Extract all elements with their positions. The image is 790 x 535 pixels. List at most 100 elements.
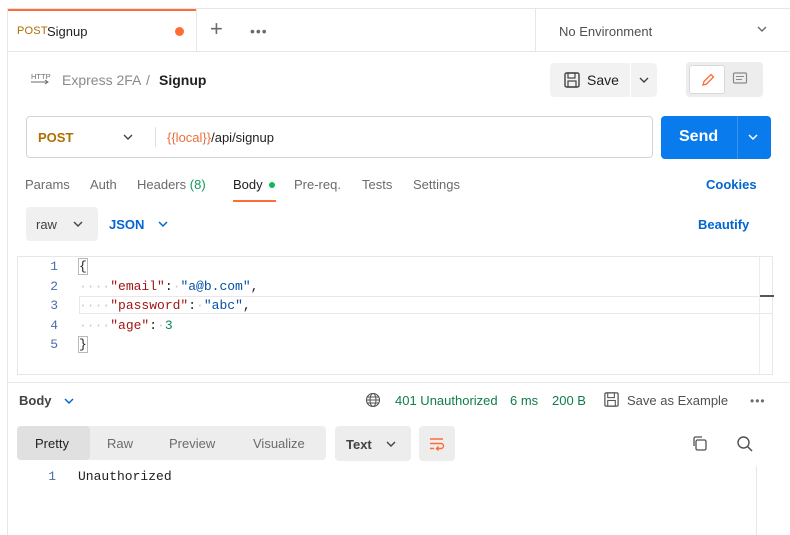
indent-whitespace: ···· [79,298,111,313]
active-tab-underline [233,200,276,202]
more-icon[interactable]: ••• [250,23,268,39]
response-size[interactable]: 200 B [552,393,586,408]
save-as-example-button[interactable]: Save as Example [627,393,728,408]
json-key: "email" [110,279,165,294]
environment-label: No Environment [559,24,653,39]
json-comma: , [242,298,251,313]
url-variable: {{local}} [167,130,212,145]
response-content: Unauthorized [78,469,172,484]
beautify-button[interactable]: Beautify [698,217,749,232]
send-button[interactable]: Send [679,128,718,146]
chevron-down-icon[interactable] [638,74,650,86]
tab-settings[interactable]: Settings [413,177,460,192]
tab-method: POST [17,25,48,37]
tab-auth[interactable]: Auth [90,177,117,192]
body-mode-dropdown[interactable]: raw [26,207,98,241]
wrap-icon [430,438,445,451]
tab-prereq[interactable]: Pre-req. [294,177,341,192]
chevron-down-icon [757,26,767,32]
url-bar: POST {{local}}/api/signup [26,116,653,158]
active-tab-indicator [8,9,196,11]
tab-name: Signup [47,24,88,39]
save-icon [564,72,580,88]
line-number: 3 [50,298,58,313]
tab-headers-label: Headers [137,177,187,192]
wrap-lines-button[interactable] [419,426,455,461]
tab-signup[interactable]: POST Signup [8,9,197,52]
breadcrumb-separator: / [146,72,150,88]
editor-scrollbar[interactable] [759,257,773,374]
response-scrollbar[interactable] [756,466,757,535]
send-divider [737,116,738,159]
save-divider [630,63,631,97]
response-time[interactable]: 6 ms [510,393,538,408]
line-number: 4 [50,318,58,333]
json-value: 3 [164,318,173,333]
frame-left-border [7,8,8,535]
response-body-label: Body [19,393,52,408]
code-line: ····"password":·"abc", [79,298,251,313]
chevron-down-icon[interactable] [747,131,759,143]
line-number: 5 [50,337,58,352]
save-label: Save [587,72,619,88]
cookies-link[interactable]: Cookies [706,177,757,192]
more-icon[interactable]: ••• [750,394,766,408]
line-number: 2 [50,279,58,294]
json-colon: : [149,318,158,333]
globe-icon[interactable] [365,392,381,408]
tab-body[interactable]: Body [233,177,263,192]
chevron-down-icon [64,398,74,405]
close-brace: } [78,336,88,353]
body-editor[interactable]: 1 2 3 4 5 { ····"email":·"a@b.com", ····… [17,256,774,375]
plus-icon[interactable]: + [210,18,223,40]
json-value: "abc" [203,298,243,313]
tab-bar: POST Signup + ••• No Environment [8,9,790,52]
response-format-dropdown[interactable]: Text [335,426,411,461]
comment-icon[interactable] [732,71,748,87]
body-indicator-dot [269,182,275,188]
edit-mode-button[interactable] [689,65,725,94]
code-line: ····"age":·3 [79,318,173,333]
json-key: "password" [110,298,189,313]
code-line: { [78,258,88,275]
response-format-label: Text [346,437,372,452]
section-divider[interactable] [8,382,790,383]
url-input[interactable]: {{local}}/api/signup [167,130,274,145]
tab-pretty[interactable]: Pretty [35,436,69,451]
scrollbar-marker [760,295,774,297]
breadcrumb-parent[interactable]: Express 2FA [62,72,141,88]
tab-visualize[interactable]: Visualize [253,436,305,451]
method-label: POST [38,130,74,145]
tab-raw[interactable]: Raw [107,436,133,451]
chevron-down-icon [158,221,168,228]
unsaved-dot-icon[interactable] [175,27,184,36]
breadcrumb-current[interactable]: Signup [159,72,206,88]
chevron-down-icon [73,221,83,227]
json-value: "a@b.com" [180,279,251,294]
code-line: } [78,336,88,353]
tab-tests[interactable]: Tests [362,177,392,192]
copy-icon[interactable] [691,435,708,452]
json-colon: : [164,279,173,294]
save-icon [604,392,619,407]
environment-selector[interactable]: No Environment [535,9,790,52]
send-button-group: Send [661,116,771,159]
chevron-down-icon [123,134,133,140]
line-number: 1 [50,259,58,274]
indent-whitespace: ···· [79,279,111,294]
search-icon[interactable] [736,435,754,453]
url-path: /api/signup [211,130,274,145]
status-badge[interactable]: 401 Unauthorized [395,393,498,408]
tab-headers[interactable]: Headers (8) [137,177,206,192]
tab-preview[interactable]: Preview [169,436,215,451]
code-line: ····"email":·"a@b.com", [79,279,259,294]
save-button-group: Save [550,63,657,97]
tab-params[interactable]: Params [25,177,70,192]
line-number: 1 [48,469,56,484]
http-icon: HTTP [31,72,51,85]
indent-whitespace: ···· [79,318,111,333]
svg-text:HTTP: HTTP [31,72,51,81]
json-key: "age" [110,318,150,333]
open-brace: { [78,258,88,275]
pencil-icon [702,73,715,86]
